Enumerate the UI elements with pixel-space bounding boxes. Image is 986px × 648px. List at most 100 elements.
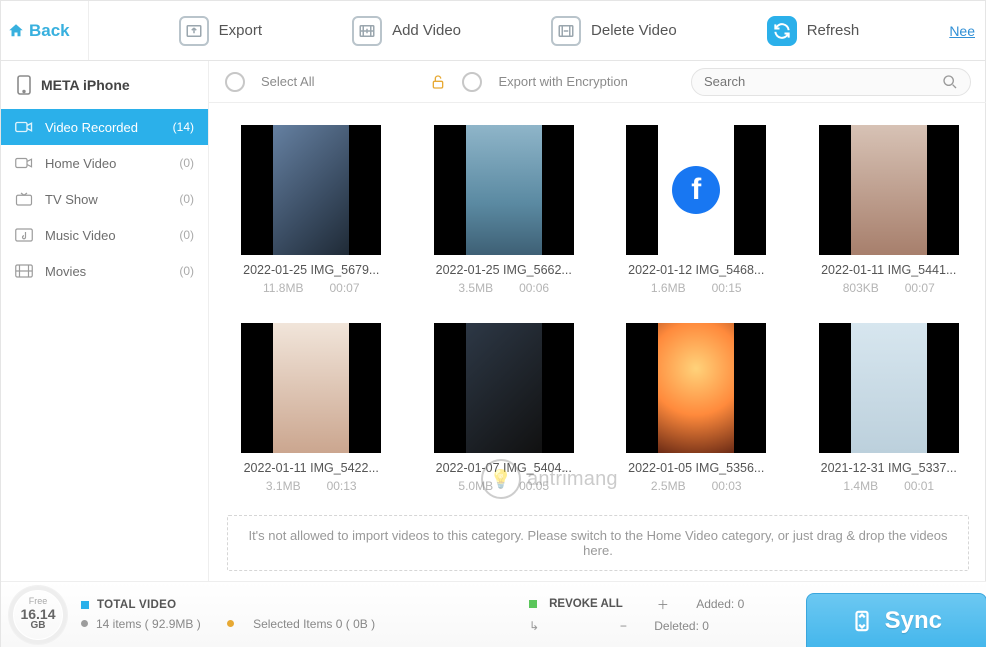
select-all-label: Select All: [261, 74, 314, 89]
back-label: Back: [29, 21, 70, 41]
sidebar-item-tv-show[interactable]: TV Show (0): [1, 181, 208, 217]
gauge-value: 16.14: [20, 607, 55, 622]
add-video-button[interactable]: Add Video: [352, 16, 461, 46]
video-meta: 2.5MB 00:03: [651, 479, 742, 493]
import-notice: It's not allowed to import videos to thi…: [227, 515, 969, 571]
video-card[interactable]: 2022-01-25 IMG_5679... 11.8MB00:07: [221, 125, 402, 295]
square-icon: [529, 600, 537, 608]
delete-video-button[interactable]: Delete Video: [551, 16, 677, 46]
sidebar-item-music-video[interactable]: Music Video (0): [1, 217, 208, 253]
sidebar-item-label: Music Video: [45, 228, 116, 243]
video-card[interactable]: 2022-01-07 IMG_5404... 5.0MB00:05: [414, 323, 595, 493]
bullet-icon: [81, 620, 88, 627]
need-link[interactable]: Nee: [949, 23, 979, 39]
video-thumbnail: [434, 125, 574, 255]
plus-icon: ＋: [657, 596, 669, 613]
options-bar: Select All Export with Encryption: [209, 61, 986, 103]
video-grid: 2022-01-25 IMG_5679... 11.8MB00:07 2022-0…: [209, 103, 986, 509]
video-filename: 2022-01-05 IMG_5356...: [628, 461, 764, 475]
export-encryption-label: Export with Encryption: [498, 74, 627, 89]
stats-block: TOTAL VIDEO 14 items ( 92.9MB ) Selected…: [81, 599, 375, 631]
sidebar-item-label: TV Show: [45, 192, 98, 207]
sync-label: Sync: [885, 607, 942, 635]
home-video-icon: [15, 155, 33, 171]
camera-icon: [15, 119, 33, 135]
sidebar-item-count: (0): [179, 156, 194, 170]
video-size: 1.4MB: [843, 479, 878, 493]
added-count: Added: 0: [696, 597, 744, 611]
minus-icon: −: [620, 619, 627, 633]
add-video-label: Add Video: [392, 22, 461, 39]
video-card[interactable]: 2022-01-11 IMG_5441... 803KB 00:07: [799, 125, 980, 295]
video-filename: 2022-01-25 IMG_5679...: [243, 263, 379, 277]
video-size: 3.1MB: [266, 479, 301, 493]
search-icon: [942, 74, 958, 90]
video-filename: 2021-12-31 IMG_5337...: [821, 461, 957, 475]
video-filename: 2022-01-25 IMG_5662...: [436, 263, 572, 277]
refresh-button[interactable]: Refresh: [767, 16, 860, 46]
refresh-icon: [767, 16, 797, 46]
revoke-title: REVOKE ALL: [549, 598, 623, 610]
video-meta: 5.0MB00:05: [458, 479, 549, 493]
video-duration: 00:05: [519, 479, 549, 493]
video-thumbnail: [626, 323, 766, 453]
sidebar-item-home-video[interactable]: Home Video (0): [1, 145, 208, 181]
video-duration: 00:07: [329, 281, 359, 295]
video-size: 803KB: [843, 281, 879, 295]
sync-icon: [851, 610, 873, 632]
video-filename: 2022-01-07 IMG_5404...: [436, 461, 572, 475]
video-meta: 1.4MB 00:01: [843, 479, 934, 493]
total-items: 14 items ( 92.9MB ): [96, 617, 201, 631]
total-video-title: TOTAL VIDEO: [97, 599, 176, 611]
back-button[interactable]: Back: [1, 1, 89, 60]
footer: Free 16.14 GB TOTAL VIDEO 14 items ( 92.…: [1, 581, 986, 647]
video-thumbnail: [819, 125, 959, 255]
sidebar-item-count: (0): [179, 228, 194, 242]
deleted-count: Deleted: 0: [654, 619, 709, 633]
main-panel: Select All Export with Encryption 2022-0…: [209, 61, 986, 581]
delete-video-label: Delete Video: [591, 22, 677, 39]
sidebar-item-count: (0): [179, 192, 194, 206]
toolbar-actions: Export Add Video Delete Video Refresh: [89, 16, 950, 46]
video-card[interactable]: 2022-01-25 IMG_5662...3.5MB00:06: [414, 125, 595, 295]
video-duration: 00:13: [327, 479, 357, 493]
video-card[interactable]: 2022-01-11 IMG_5422...3.1MB00:13: [221, 323, 402, 493]
video-thumbnail: [434, 323, 574, 453]
device-row[interactable]: META iPhone: [1, 61, 208, 109]
video-size: 2.5MB: [651, 479, 686, 493]
search-input-wrapper[interactable]: [691, 68, 971, 96]
gauge-unit: GB: [31, 621, 46, 632]
undo-icon[interactable]: ↳: [529, 619, 539, 634]
revoke-block: REVOKE ALL ＋ Added: 0 ↳ − Deleted: 0: [529, 596, 744, 634]
movies-icon: [15, 263, 33, 279]
video-filename: 2022-01-11 IMG_5441...: [821, 263, 956, 277]
video-card[interactable]: 2022-01-05 IMG_5356... 2.5MB 00:03: [606, 323, 787, 493]
video-size: 1.6MB: [651, 281, 686, 295]
phone-icon: [17, 75, 31, 95]
select-all-checkbox[interactable]: [225, 72, 245, 92]
video-meta: 11.8MB00:07: [263, 281, 360, 295]
video-duration: 00:07: [905, 281, 935, 295]
storage-gauge: Free 16.14 GB: [9, 586, 67, 644]
video-size: 3.5MB: [458, 281, 493, 295]
export-button[interactable]: Export: [179, 16, 262, 46]
sidebar-item-label: Video Recorded: [45, 120, 138, 135]
sidebar-item-count: (0): [179, 264, 194, 278]
video-duration: 00:15: [712, 281, 742, 295]
video-card[interactable]: 2021-12-31 IMG_5337... 1.4MB 00:01: [799, 323, 980, 493]
add-video-icon: [352, 16, 382, 46]
sync-button[interactable]: Sync: [806, 593, 986, 647]
video-duration: 00:01: [904, 479, 934, 493]
export-encryption-checkbox[interactable]: [462, 72, 482, 92]
video-thumbnail: [241, 125, 381, 255]
export-label: Export: [219, 22, 262, 39]
search-input[interactable]: [704, 74, 942, 89]
sidebar-item-video-recorded[interactable]: Video Recorded (14): [1, 109, 208, 145]
home-icon: [7, 22, 25, 40]
video-duration: 00:03: [712, 479, 742, 493]
video-thumbnail: [241, 323, 381, 453]
sidebar-item-movies[interactable]: Movies (0): [1, 253, 208, 289]
video-card[interactable]: f2022-01-12 IMG_5468...1.6MB00:15: [606, 125, 787, 295]
video-filename: 2022-01-12 IMG_5468...: [628, 263, 764, 277]
device-name: META iPhone: [41, 77, 130, 93]
